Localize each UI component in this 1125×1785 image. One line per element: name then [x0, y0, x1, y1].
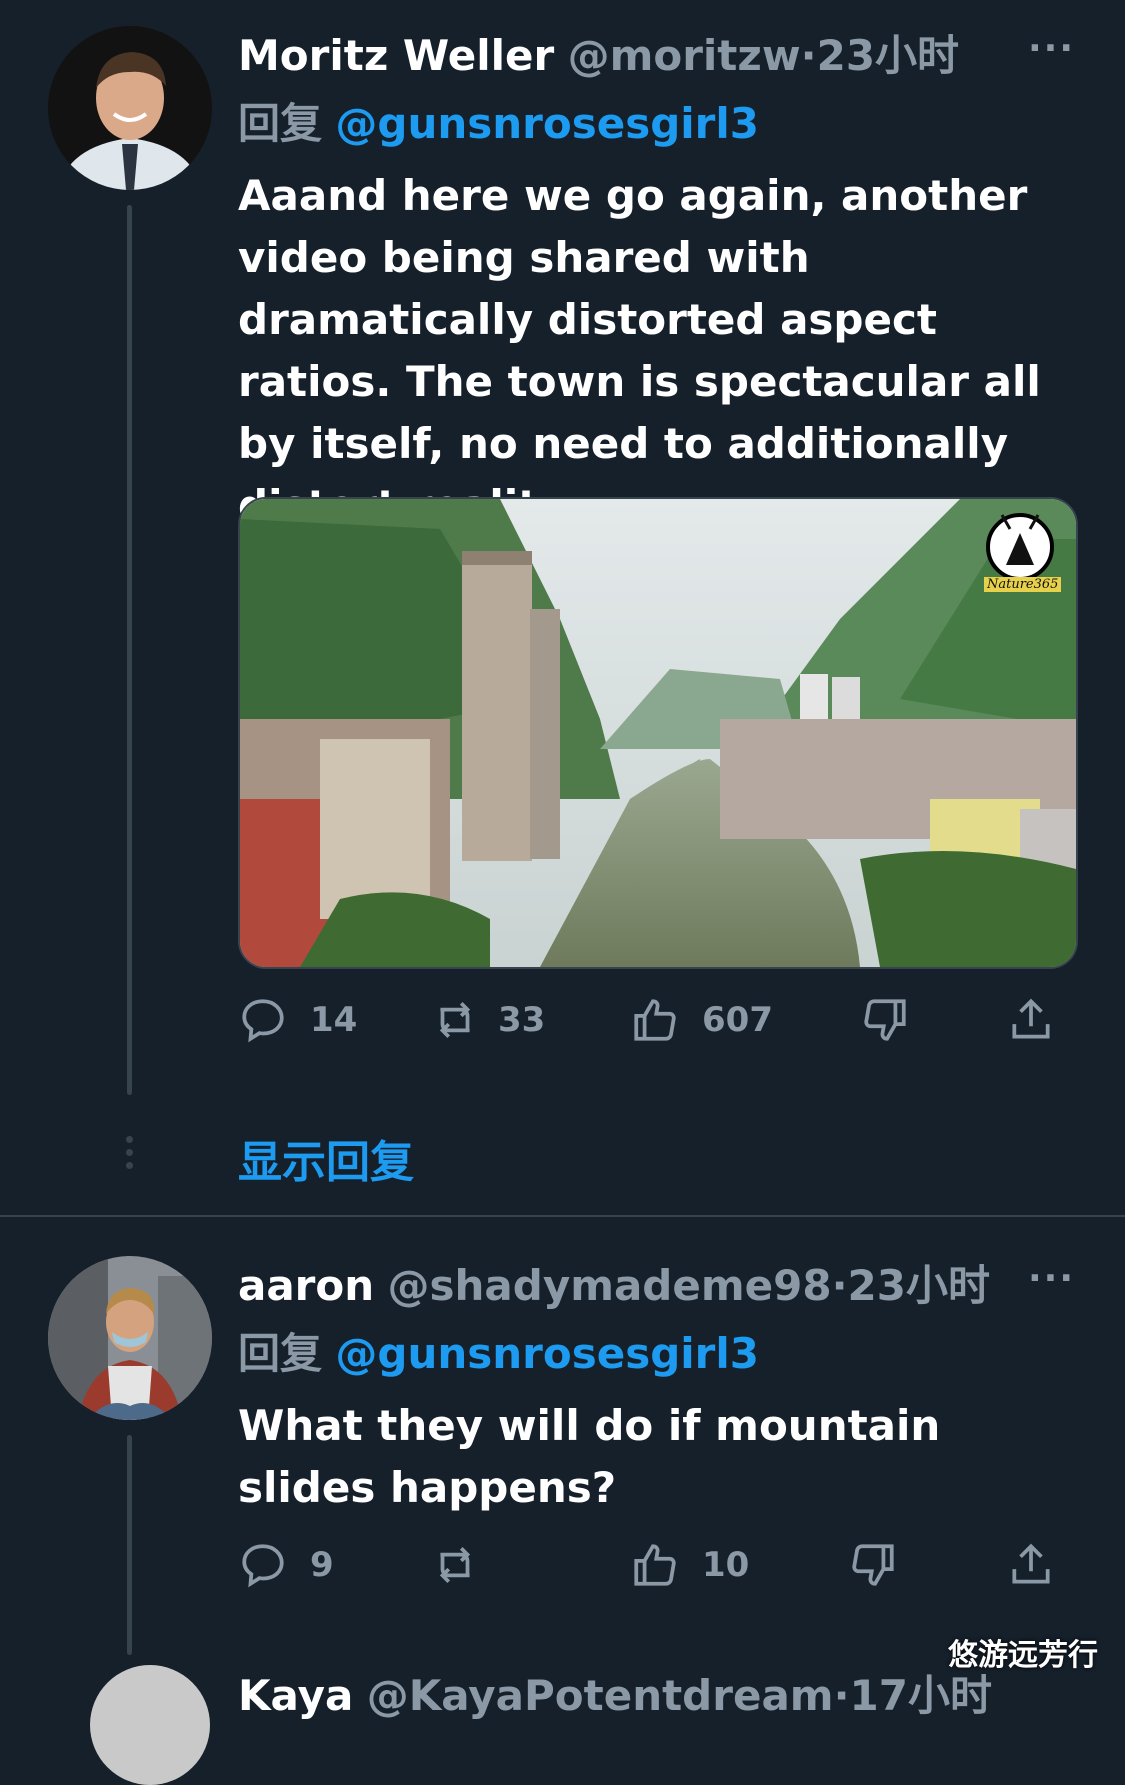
tweet-divider	[0, 1215, 1125, 1217]
reply-icon	[242, 999, 284, 1043]
avatar-aaron[interactable]	[48, 1256, 212, 1420]
share-button[interactable]	[1006, 995, 1056, 1045]
like-count: 10	[702, 1545, 750, 1585]
retweet-count: 33	[498, 1000, 546, 1040]
thumbs-down-icon	[864, 999, 906, 1041]
more-icon[interactable]: ···	[1028, 1258, 1075, 1299]
author-handle[interactable]: @moritzw	[568, 31, 801, 80]
avatar-kaya[interactable]	[90, 1665, 210, 1785]
dislike-button[interactable]	[848, 1540, 898, 1590]
tweet-media-video[interactable]: Nature365	[238, 497, 1078, 969]
more-icon[interactable]: ···	[1028, 28, 1075, 69]
reply-prefix: 回复	[238, 1329, 323, 1378]
retweet-button[interactable]	[430, 1540, 480, 1590]
reply-button[interactable]: 9	[238, 1540, 334, 1590]
timestamp[interactable]: 23小时	[848, 1261, 990, 1310]
reply-to-link[interactable]: @gunsnrosesgirl3	[335, 1329, 759, 1378]
reply-count: 14	[310, 1000, 358, 1040]
thumbs-up-icon	[634, 999, 676, 1041]
reply-context: 回复 @gunsnrosesgirl3	[238, 90, 759, 151]
reply-prefix: 回复	[238, 99, 323, 148]
reply-to-link[interactable]: @gunsnrosesgirl3	[335, 99, 759, 148]
separator-dot: ·	[833, 1671, 850, 1720]
author-handle[interactable]: @shadymademe98	[388, 1261, 832, 1310]
reply-count: 9	[310, 1545, 334, 1585]
tweet-header: Moritz Weller @moritzw·23小时	[238, 22, 959, 83]
watermark: 悠游远芳行	[948, 1638, 1098, 1673]
like-count: 607	[702, 1000, 773, 1040]
avatar-moritz[interactable]	[48, 26, 212, 190]
tweet-text: What they will do if mountain slides hap…	[238, 1401, 941, 1512]
thumbs-up-icon	[634, 1544, 676, 1586]
reply-button[interactable]: 14	[238, 995, 357, 1045]
thread-line	[127, 1435, 132, 1655]
timestamp[interactable]: 17小时	[850, 1671, 992, 1720]
timestamp[interactable]: 23小时	[817, 31, 959, 80]
author-name[interactable]: aaron	[238, 1261, 374, 1310]
tweet-header: aaron @shadymademe98·23小时	[238, 1252, 990, 1313]
thumbs-down-icon	[852, 1544, 894, 1586]
tweet-text: Aaand here we go again, another video be…	[238, 171, 1041, 530]
thread-line	[127, 205, 132, 1095]
author-handle[interactable]: @KayaPotentdream	[367, 1671, 834, 1720]
retweet-icon	[439, 1547, 471, 1583]
reply-icon	[242, 1544, 284, 1588]
dislike-button[interactable]	[860, 995, 910, 1045]
share-button[interactable]	[1006, 1540, 1056, 1590]
like-button[interactable]: 10	[630, 1540, 749, 1590]
nature-logo-text: Nature365	[984, 577, 1062, 592]
tweet-header: Kaya @KayaPotentdream·17小时	[238, 1662, 992, 1723]
vertical-dots-icon	[126, 1136, 134, 1169]
separator-dot: ·	[800, 31, 817, 80]
like-button[interactable]: 607	[630, 995, 773, 1045]
author-name[interactable]: Kaya	[238, 1671, 353, 1720]
separator-dot: ·	[831, 1261, 848, 1310]
share-icon	[1012, 1543, 1050, 1584]
author-name[interactable]: Moritz Weller	[238, 31, 554, 80]
retweet-icon	[439, 1002, 471, 1038]
show-replies-link[interactable]: 显示回复	[238, 1126, 414, 1190]
retweet-button[interactable]: 33	[430, 995, 545, 1045]
reply-context: 回复 @gunsnrosesgirl3	[238, 1320, 759, 1381]
share-icon	[1012, 998, 1050, 1039]
